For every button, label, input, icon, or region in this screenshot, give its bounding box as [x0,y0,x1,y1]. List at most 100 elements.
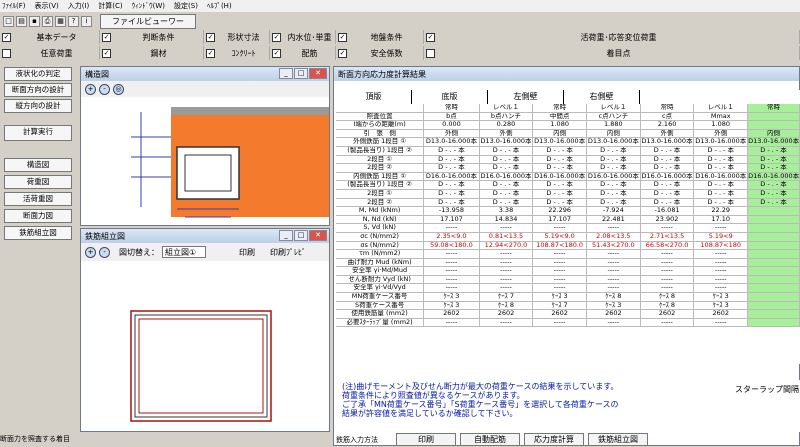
table-cell[interactable]: ----- [587,318,641,327]
table-cell[interactable]: 1.880 [587,121,641,129]
table-cell[interactable]: D - . - 本 [694,181,749,189]
table-cell[interactable]: ----- [587,284,641,293]
table-cell[interactable]: D - . - 本 [533,198,588,207]
print-preview-button[interactable]: 印刷ﾌﾟﾚﾋﾞ [270,247,306,258]
table-cell[interactable]: D - . - 本 [480,164,534,172]
table-cell[interactable] [748,318,800,327]
info-icon[interactable]: i [81,15,92,27]
table-cell[interactable]: レベル１ [694,104,749,112]
table-cell[interactable]: D - . - 本 [424,198,480,207]
check-item[interactable]: ✓ 基本データ [0,30,100,44]
menu-item[interactable]: 入力(I) [68,1,90,11]
run-calculation-button[interactable]: 計算実行 [4,125,72,141]
checkbox[interactable] [2,48,11,58]
table-cell[interactable]: D - . - 本 [533,164,588,172]
table-cell[interactable]: D - . - 本 [748,146,800,155]
table-cell[interactable]: b点ハンチ [480,112,534,121]
table-cell[interactable]: ｹｰｽ 8 [641,293,695,301]
check-item[interactable]: ✓ ｺﾝｸﾘｰﾄ [204,46,270,60]
menu-item[interactable]: 表示(V) [35,1,59,11]
table-cell[interactable]: 内側 [748,129,800,138]
table-cell[interactable]: ----- [641,224,695,232]
menu-item[interactable]: ﾌｧｲﾙ(F) [2,1,26,11]
table-cell[interactable]: D13.0-16.000本 [694,138,749,146]
table-cell[interactable]: ----- [480,224,534,232]
table-cell[interactable]: -16.081 [641,207,695,215]
table-cell[interactable]: D - . - 本 [480,155,534,164]
table-cell[interactable]: 23.902 [641,215,695,224]
table-cell[interactable]: D16.0-16.000本 [694,172,749,181]
save-icon[interactable]: ▪ [29,15,40,27]
table-cell[interactable]: D - . - 本 [533,181,588,189]
table-cell[interactable]: ｹｰｽ 3 [587,301,641,310]
table-cell[interactable]: ----- [533,267,588,275]
table-cell[interactable]: D - . - 本 [641,198,695,207]
table-cell[interactable]: ----- [533,224,588,232]
zoom-in-icon[interactable]: + [85,246,96,258]
maximize-icon[interactable]: □ [294,68,308,79]
table-cell[interactable]: ----- [694,284,749,293]
table-cell[interactable]: 2602 [641,310,695,318]
table-cell[interactable]: 108.87<180 [694,241,749,250]
table-cell[interactable]: D16.0-16.000本 [480,172,534,181]
table-cell[interactable]: D16.0-16.000本 [587,172,641,181]
table-cell[interactable]: D13.0-16.000本 [480,138,534,146]
table-cell[interactable]: ----- [587,275,641,284]
table-cell[interactable]: 14.834 [480,215,534,224]
table-cell[interactable]: 0.280 [480,121,534,129]
table-cell[interactable]: ----- [694,275,749,284]
table-cell[interactable]: 常時 [533,104,588,112]
menu-item[interactable]: ﾍﾙﾌﾟ(H) [207,1,232,11]
checkbox[interactable]: ✓ [206,48,215,58]
stress-calc-button[interactable]: 応力度計算 [524,433,584,446]
minimize-icon[interactable]: _ [279,68,293,79]
table-cell[interactable] [748,224,800,232]
table-cell[interactable]: ｹｰｽ 3 [533,293,588,301]
table-cell[interactable]: D - . - 本 [587,181,641,189]
structure-drawing-button[interactable]: 構造図 [4,158,72,172]
table-cell[interactable]: ----- [480,258,534,267]
drawing-select[interactable]: 組立図① [162,246,206,258]
table-cell[interactable]: 2.71<13.5 [641,232,695,241]
table-cell[interactable]: ｹｰｽ 8 [587,293,641,301]
table-cell[interactable]: D - . - 本 [641,146,695,155]
table-cell[interactable]: ----- [641,284,695,293]
cross-section-design-button[interactable]: 断面方向の設計 [4,83,72,97]
table-cell[interactable]: D13.0-16.000本 [533,138,588,146]
table-cell[interactable]: ｹｰｽ 3 [694,301,749,310]
table-cell[interactable]: 外側 [641,129,695,138]
table-cell[interactable]: D - . - 本 [641,164,695,172]
table-cell[interactable]: ----- [480,250,534,258]
table-cell[interactable]: ----- [424,224,480,232]
table-cell[interactable]: レベル１ [587,104,641,112]
check-item[interactable]: ✓ 活荷重･応答変位荷重 [424,30,800,44]
table-cell[interactable]: D - . - 本 [480,198,534,207]
table-cell[interactable] [748,215,800,224]
table-cell[interactable]: D16.0-16.000本 [533,172,588,181]
table-cell[interactable]: ----- [694,267,749,275]
table-cell[interactable]: D13.0-16.000本 [748,138,800,146]
tab-top-slab[interactable]: 頂版 [336,90,412,104]
table-cell[interactable]: ----- [587,258,641,267]
check-item[interactable]: 着目点 [424,46,800,60]
table-cell[interactable]: 17.10 [694,215,749,224]
table-cell[interactable]: 2.35<9.0 [424,232,480,241]
table-cell[interactable]: 内側 [587,129,641,138]
table-cell[interactable]: ----- [480,318,534,327]
tab-right-wall[interactable]: 右側壁 [564,90,640,104]
table-cell[interactable]: ｹｰｽ 3 [424,301,480,310]
check-item[interactable]: ✓ 安全係数 [336,46,424,60]
table-cell[interactable]: 22.481 [587,215,641,224]
table-cell[interactable]: D - . - 本 [641,155,695,164]
table-cell[interactable]: D - . - 本 [587,155,641,164]
table-cell[interactable]: ----- [587,267,641,275]
table-cell[interactable]: D - . - 本 [424,155,480,164]
tab-bottom-slab[interactable]: 底版 [412,90,488,104]
table-cell[interactable]: 2.08<13.5 [587,232,641,241]
table-cell[interactable]: D - . - 本 [694,198,749,207]
table-cell[interactable]: ----- [694,250,749,258]
table-cell[interactable]: 2602 [533,310,588,318]
checkbox[interactable]: ✓ [272,48,281,58]
table-cell[interactable]: D - . - 本 [641,189,695,198]
table-cell[interactable]: 0.000 [424,121,480,129]
